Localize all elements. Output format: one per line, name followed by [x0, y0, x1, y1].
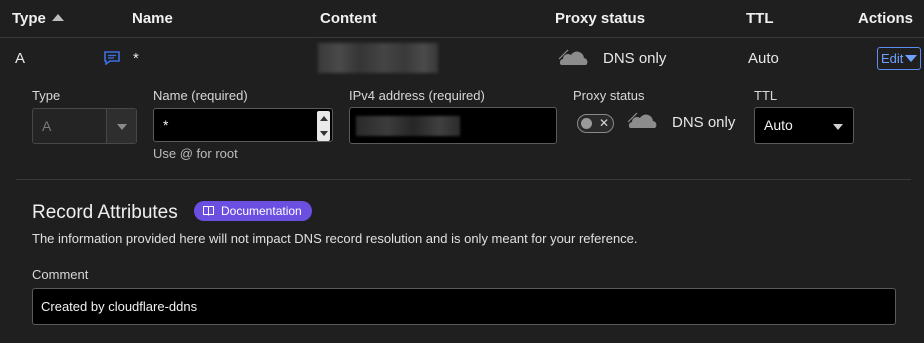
comment-icon[interactable]: [104, 51, 120, 65]
spin-down-icon[interactable]: [320, 131, 328, 136]
name-stepper[interactable]: [317, 111, 330, 141]
name-input[interactable]: *: [153, 108, 333, 142]
ttl-select[interactable]: Auto: [754, 107, 854, 144]
type-select-button: [106, 109, 136, 143]
comment-input[interactable]: Created by cloudflare-ddns: [32, 288, 896, 325]
type-select-value: A: [42, 118, 52, 134]
record-content-redacted: [318, 43, 438, 73]
name-hint: Use @ for root: [153, 146, 238, 161]
record-proxy-status: DNS only: [603, 50, 667, 67]
edit-button[interactable]: Edit: [877, 47, 921, 70]
ipv4-input[interactable]: [349, 107, 557, 144]
documentation-link-label: Documentation: [221, 204, 302, 218]
spin-up-icon[interactable]: [320, 116, 328, 121]
record-type: A: [15, 50, 26, 67]
record-name: *: [133, 50, 139, 67]
caret-down-icon: [905, 55, 917, 62]
ttl-select-value: Auto: [764, 117, 793, 133]
sort-ascending-icon: [51, 14, 64, 21]
dns-record-editor: Type Name Content Proxy status TTL Actio…: [0, 0, 924, 343]
record-attributes-description: The information provided here will not i…: [32, 231, 638, 246]
ttl-label: TTL: [754, 88, 778, 103]
record-attributes-title: Record Attributes: [32, 202, 178, 223]
record-ttl: Auto: [748, 50, 779, 67]
section-divider: [16, 179, 911, 180]
table-row[interactable]: A * DNS only Auto Edit: [0, 39, 924, 79]
proxy-toggle[interactable]: ✕: [577, 114, 614, 133]
proxy-status-label: Proxy status: [573, 88, 645, 103]
chevron-down-icon: [117, 124, 127, 130]
type-select[interactable]: A: [32, 108, 137, 144]
column-header-name[interactable]: Name: [132, 10, 173, 27]
proxy-status-text: DNS only: [672, 114, 736, 131]
column-header-content[interactable]: Content: [320, 10, 377, 27]
close-icon: ✕: [599, 116, 610, 130]
column-header-type[interactable]: Type: [12, 10, 64, 27]
name-label: Name (required): [153, 88, 248, 103]
documentation-link[interactable]: Documentation: [194, 201, 312, 221]
type-label: Type: [32, 88, 61, 103]
comment-label: Comment: [32, 267, 89, 282]
toggle-knob: [581, 118, 592, 129]
ipv4-label: IPv4 address (required): [349, 88, 485, 103]
comment-input-value: Created by cloudflare-ddns: [41, 299, 198, 314]
column-header-actions: Actions: [858, 10, 914, 27]
column-header-type-label: Type: [12, 10, 46, 27]
chevron-down-icon: [833, 124, 843, 130]
name-input-value: *: [163, 117, 169, 133]
book-icon: [203, 206, 214, 216]
ipv4-redacted: [356, 116, 460, 136]
cloud-icon: [627, 112, 657, 128]
edit-button-label: Edit: [881, 51, 904, 66]
column-header-proxy-status[interactable]: Proxy status: [555, 10, 645, 27]
table-header: Type Name Content Proxy status TTL Actio…: [0, 0, 924, 38]
column-header-ttl[interactable]: TTL: [746, 10, 774, 27]
cloud-icon: [558, 49, 588, 65]
